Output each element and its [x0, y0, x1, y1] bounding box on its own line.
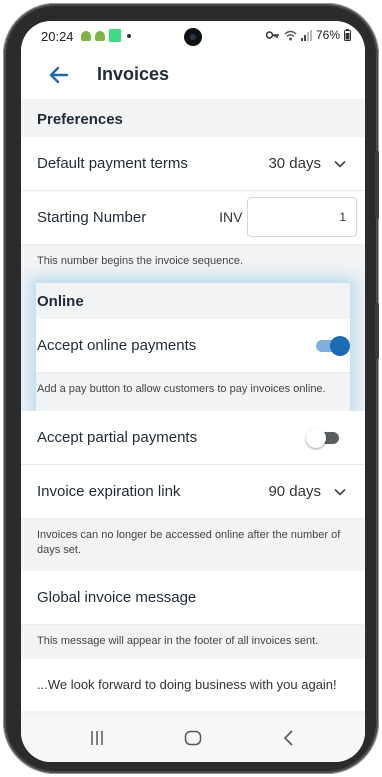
more-notifications-icon [127, 34, 131, 38]
accept-online-help: Add a pay button to allow customers to p… [36, 373, 350, 411]
back-icon[interactable] [283, 730, 295, 746]
invoice-expiration-help: Invoices can no longer be accessed onlin… [21, 519, 365, 571]
invoice-expiration-value: 90 days [268, 483, 321, 500]
wifi-icon [284, 30, 297, 40]
online-section: Online Accept online payments Add a pay … [36, 283, 350, 411]
default-payment-terms-value: 30 days [268, 155, 321, 172]
accept-online-payments-label: Accept online payments [37, 337, 197, 354]
default-payment-terms-label: Default payment terms [37, 155, 188, 172]
battery-icon [344, 29, 351, 41]
camera-cutout [184, 28, 202, 46]
settings-list: Preferences Default payment terms 30 day… [21, 99, 365, 711]
invoice-expiration-label: Invoice expiration link [37, 483, 181, 500]
system-nav-bar [21, 716, 365, 762]
chevron-down-icon [334, 488, 346, 496]
accept-partial-payments-toggle[interactable] [306, 428, 339, 448]
toggle-knob [330, 336, 350, 356]
global-invoice-message-label: Global invoice message [37, 589, 197, 606]
starting-number-row: Starting Number INV - [21, 191, 365, 245]
status-bar: 20:24 76% [21, 21, 365, 51]
home-icon[interactable] [184, 730, 202, 746]
android-icon [95, 31, 105, 41]
starting-number-help: This number begins the invoice sequence. [21, 245, 365, 283]
arrow-left-icon[interactable] [47, 63, 71, 87]
section-title-preferences: Preferences [21, 99, 365, 137]
accept-online-payments-row[interactable]: Accept online payments [36, 319, 350, 373]
global-message-text[interactable]: ...We look forward to doing business wit… [21, 659, 365, 711]
volume-button [375, 151, 379, 219]
starting-number-label: Starting Number [37, 209, 147, 226]
invoice-expiration-row[interactable]: Invoice expiration link 90 days [21, 465, 365, 519]
app-notification-icon [109, 29, 121, 42]
page-title: Invoices [97, 64, 170, 84]
android-icon [81, 31, 91, 41]
power-button [375, 303, 379, 359]
app-bar: Invoices [21, 51, 365, 99]
accept-online-payments-toggle[interactable] [316, 336, 350, 356]
toggle-knob [306, 428, 326, 448]
screen: 20:24 76% Invoices Preferences Default p… [21, 21, 365, 762]
starting-number-input[interactable] [247, 197, 357, 237]
status-time: 20:24 [41, 29, 74, 44]
key-icon [265, 31, 279, 39]
battery-percent: 76% [315, 28, 340, 42]
global-invoice-message-row: Global invoice message [21, 571, 365, 625]
status-right: 76% [265, 28, 351, 42]
accept-partial-payments-label: Accept partial payments [37, 429, 198, 446]
accept-partial-payments-row[interactable]: Accept partial payments [21, 411, 365, 465]
default-payment-terms-row[interactable]: Default payment terms 30 days [21, 137, 365, 191]
recent-apps-icon[interactable] [89, 730, 105, 746]
phone-frame: 20:24 76% Invoices Preferences Default p… [3, 3, 379, 774]
section-title-online: Online [36, 283, 350, 319]
chevron-down-icon [334, 160, 346, 168]
global-message-help: This message will appear in the footer o… [21, 625, 365, 659]
signal-icon [300, 29, 312, 41]
